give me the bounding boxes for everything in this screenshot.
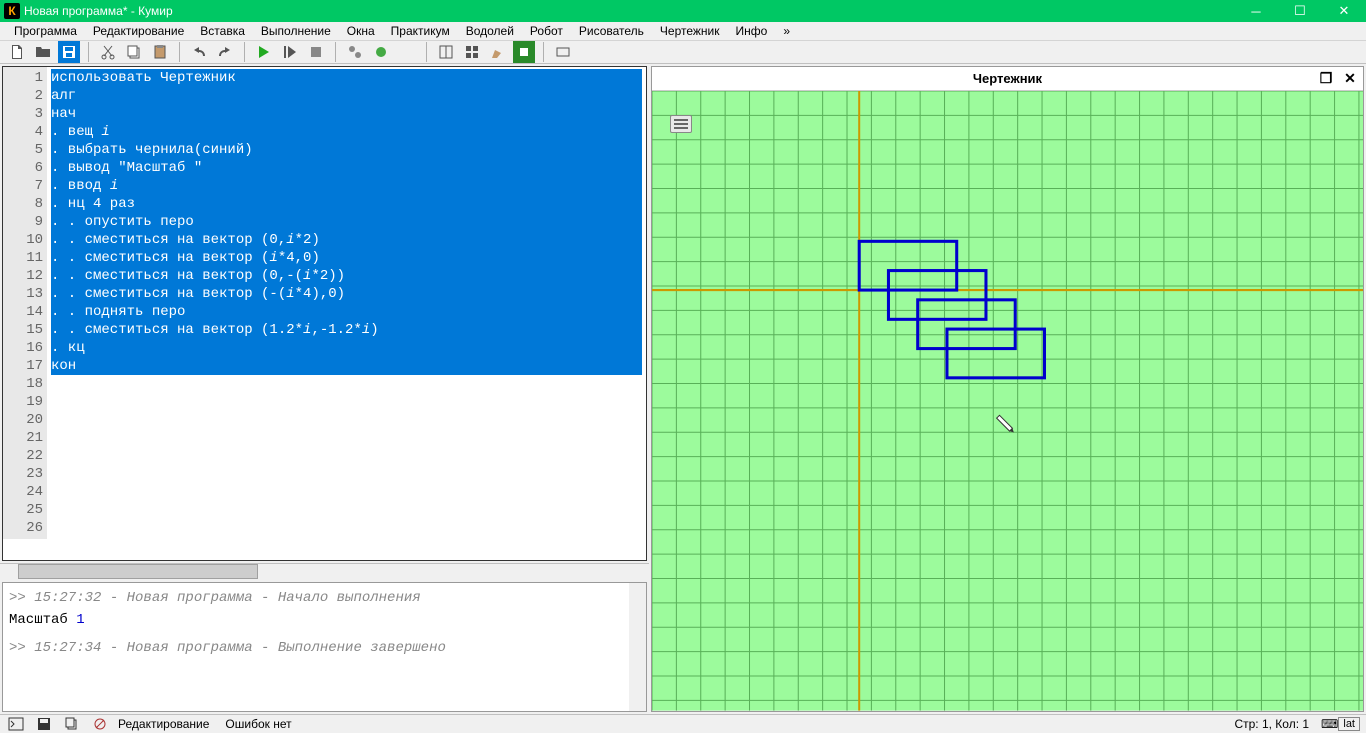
code-line[interactable]: . . сместиться на вектор (1.2*i,-1.2*i) — [51, 321, 642, 339]
tool-extra-button[interactable] — [552, 41, 574, 63]
code-line[interactable]: . выбрать чернила(синий) — [51, 141, 642, 159]
status-clear-icon[interactable] — [90, 715, 110, 733]
menu-Водолей[interactable]: Водолей — [458, 22, 522, 40]
console-line: >> 15:27:32 - Новая программа - Начало в… — [9, 587, 640, 609]
menu-Выполнение[interactable]: Выполнение — [253, 22, 339, 40]
tool-robot-button[interactable] — [513, 41, 535, 63]
code-line[interactable]: . . сместиться на вектор (i*4,0) — [51, 249, 642, 267]
code-line[interactable]: . нц 4 раз — [51, 195, 642, 213]
code-line[interactable]: . кц — [51, 339, 642, 357]
code-line[interactable]: . . опустить перо — [51, 213, 642, 231]
menu-Робот[interactable]: Робот — [522, 22, 571, 40]
code-line[interactable]: . вещ i — [51, 123, 642, 141]
maximize-button[interactable]: ☐ — [1278, 0, 1322, 22]
canvas-menu-button[interactable] — [670, 115, 692, 133]
output-console[interactable]: >> 15:27:32 - Новая программа - Начало в… — [2, 582, 647, 712]
menu-Редактирование[interactable]: Редактирование — [85, 22, 192, 40]
code-line[interactable]: . . сместиться на вектор (0,i*2) — [51, 231, 642, 249]
status-errors: Ошибок нет — [225, 717, 291, 731]
code-line[interactable]: . . сместиться на вектор (0,-(i*2)) — [51, 267, 642, 285]
editor-column: 1234567891011121314151617181920212223242… — [0, 64, 649, 714]
status-copy-icon[interactable] — [62, 715, 82, 733]
title-bar: К Новая программа* - Кумир ─ ☐ ✕ — [0, 0, 1366, 22]
new-file-button[interactable] — [6, 41, 28, 63]
editor-hscrollbar[interactable] — [0, 563, 649, 580]
tool-grid1-button[interactable] — [435, 41, 457, 63]
status-save-icon[interactable] — [34, 715, 54, 733]
step-button[interactable] — [279, 41, 301, 63]
code-line[interactable]: нач — [51, 105, 642, 123]
status-console-icon[interactable] — [6, 715, 26, 733]
menu-Инфо[interactable]: Инфо — [728, 22, 776, 40]
status-cursor-pos: Стр: 1, Кол: 1 — [1234, 717, 1309, 731]
main-area: 1234567891011121314151617181920212223242… — [0, 64, 1366, 714]
paste-button[interactable] — [149, 41, 171, 63]
drafter-panel-header: Чертежник ❐ ✕ — [652, 67, 1363, 91]
console-prompt: Масштаб 1 — [9, 609, 640, 631]
minimize-button[interactable]: ─ — [1234, 0, 1278, 22]
status-keyboard-icon: ⌨ — [1321, 717, 1338, 731]
menu-bar: ПрограммаРедактированиеВставкаВыполнение… — [0, 22, 1366, 41]
save-file-button[interactable] — [58, 41, 80, 63]
console-vscrollbar[interactable] — [629, 583, 646, 711]
code-line[interactable]: алг — [51, 87, 642, 105]
copy-button[interactable] — [123, 41, 145, 63]
drafter-panel-title: Чертежник — [973, 71, 1042, 86]
menu-Программа[interactable]: Программа — [6, 22, 85, 40]
status-mode: Редактирование — [118, 717, 209, 731]
code-area[interactable]: использовать Чертежникалгнач. вещ i. выб… — [47, 67, 646, 560]
tool-grid2-button[interactable] — [461, 41, 483, 63]
drafter-canvas[interactable] — [652, 91, 1363, 711]
menu-Практикум[interactable]: Практикум — [383, 22, 458, 40]
console-line: >> 15:27:34 - Новая программа - Выполнен… — [9, 637, 640, 659]
code-line[interactable]: . . поднять перо — [51, 303, 642, 321]
tool-actors-button[interactable] — [344, 41, 366, 63]
code-editor[interactable]: 1234567891011121314151617181920212223242… — [2, 66, 647, 561]
menu-Вставка[interactable]: Вставка — [192, 22, 253, 40]
undo-button[interactable] — [188, 41, 210, 63]
line-gutter: 1234567891011121314151617181920212223242… — [3, 67, 47, 539]
open-file-button[interactable] — [32, 41, 54, 63]
code-line[interactable]: использовать Чертежник — [51, 69, 642, 87]
run-button[interactable] — [253, 41, 275, 63]
menu-Чертежник[interactable]: Чертежник — [652, 22, 728, 40]
cut-button[interactable] — [97, 41, 119, 63]
close-button[interactable]: ✕ — [1322, 0, 1366, 22]
window-title: Новая программа* - Кумир — [24, 4, 1234, 18]
stop-button[interactable] — [305, 41, 327, 63]
menu-Окна[interactable]: Окна — [339, 22, 383, 40]
tool-turtle-button[interactable] — [370, 41, 392, 63]
panel-expand-button[interactable]: ❐ — [1317, 69, 1335, 87]
menu-»[interactable]: » — [775, 22, 798, 40]
status-lang[interactable]: lat — [1338, 717, 1360, 731]
toolbar — [0, 41, 1366, 64]
code-line[interactable]: . . сместиться на вектор (-(i*4),0) — [51, 285, 642, 303]
drafter-panel: Чертежник ❐ ✕ — [651, 66, 1364, 712]
tool-paint-button[interactable] — [487, 41, 509, 63]
status-bar: Редактирование Ошибок нет Стр: 1, Кол: 1… — [0, 714, 1366, 733]
tool-vodoley-button[interactable] — [396, 41, 418, 63]
code-line[interactable]: . ввод i — [51, 177, 642, 195]
code-line[interactable]: . вывод "Масштаб " — [51, 159, 642, 177]
redo-button[interactable] — [214, 41, 236, 63]
app-icon: К — [4, 3, 20, 19]
code-line[interactable]: кон — [51, 357, 642, 375]
menu-Рисователь[interactable]: Рисователь — [571, 22, 652, 40]
panel-close-button[interactable]: ✕ — [1341, 69, 1359, 87]
